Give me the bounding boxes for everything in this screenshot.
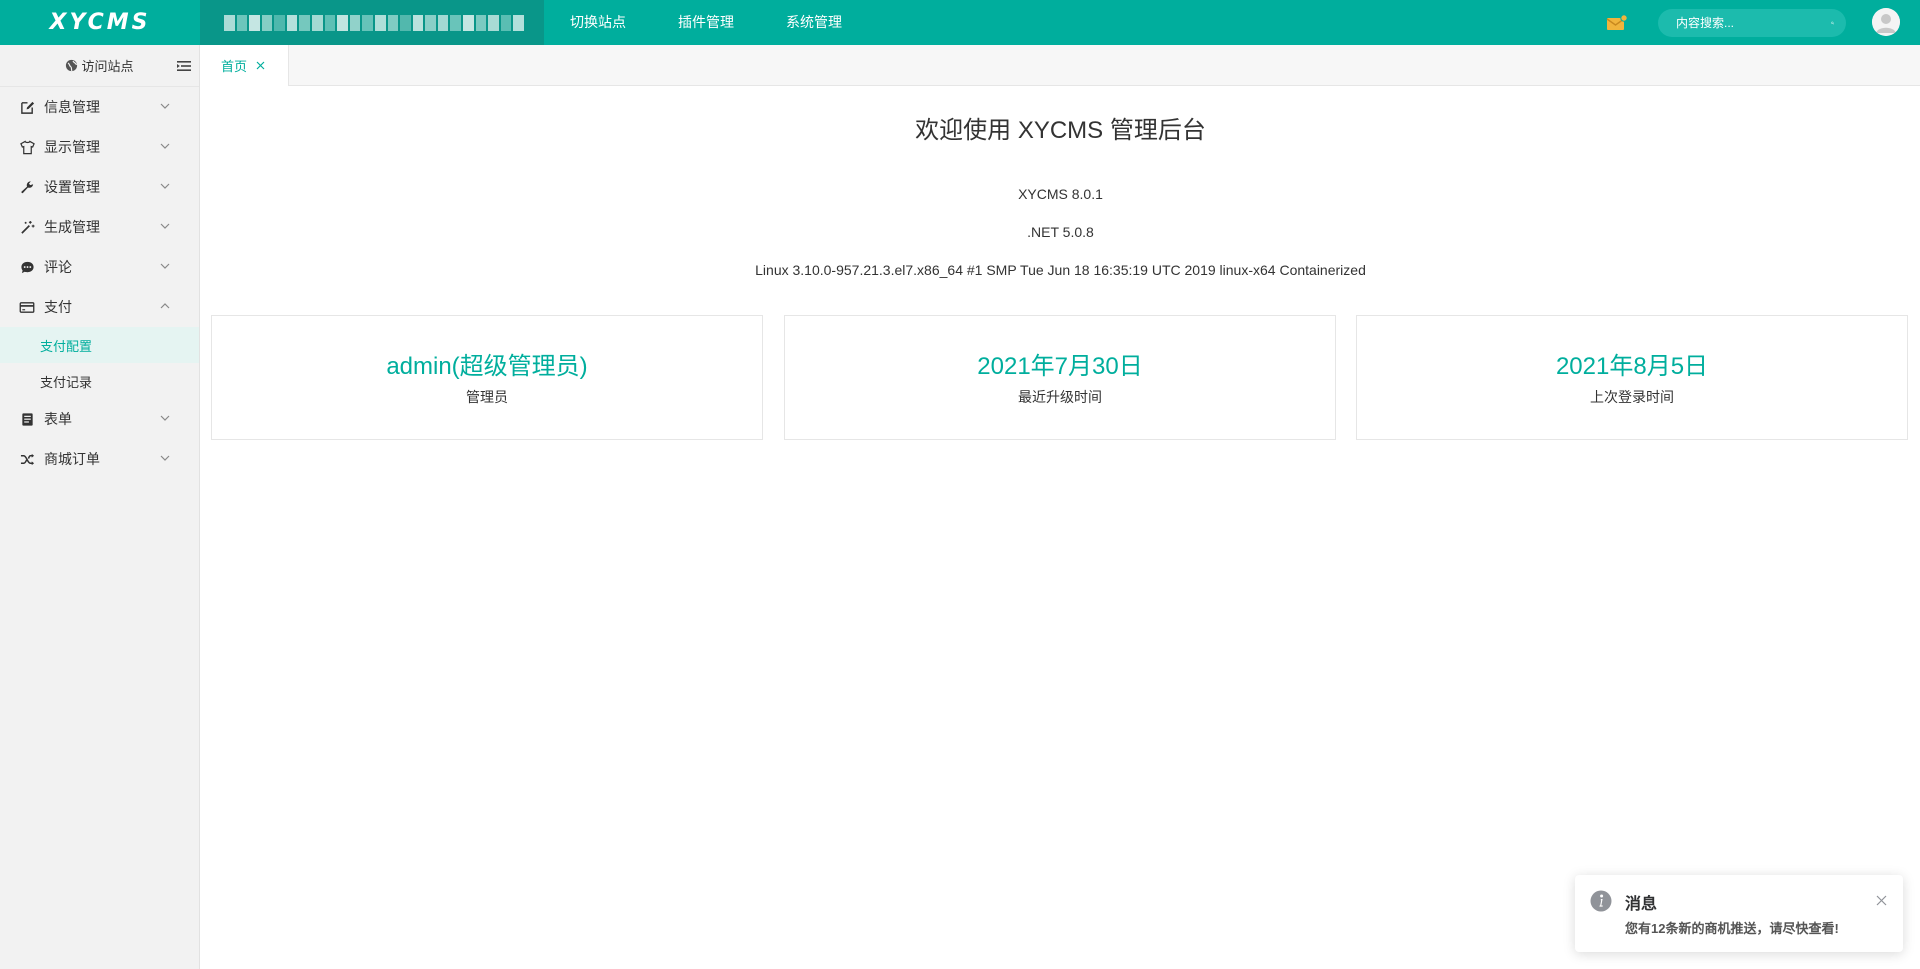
payment-submenu: 支付配置 支付记录 <box>0 327 199 399</box>
notification-toast: 消息 您有12条新的商机推送，请尽快查看! <box>1575 875 1903 952</box>
visit-site-link[interactable]: 访问站点 <box>81 56 133 75</box>
submenu-payment-config[interactable]: 支付配置 <box>0 327 199 363</box>
chevron-down-icon <box>160 223 170 229</box>
wrench-icon <box>19 179 35 195</box>
shirt-icon <box>19 139 35 155</box>
menu-payment[interactable]: 支付 <box>0 287 199 327</box>
menu-label: 评论 <box>44 259 72 275</box>
shuffle-icon <box>19 451 35 467</box>
comment-icon <box>19 259 35 275</box>
menu-label: 表单 <box>44 411 72 427</box>
sidebar: 访问站点 信息管理 显示管理 设置管理 生成管理 评论 支付 支付配置 支付记录… <box>0 45 200 969</box>
card-value: 2021年8月5日 <box>1555 353 1709 380</box>
menu-settings-management[interactable]: 设置管理 <box>0 167 199 207</box>
notification-message[interactable]: 您有12条新的商机推送，请尽快查看! <box>1625 918 1839 937</box>
magic-wand-icon <box>19 219 35 235</box>
search-icon[interactable] <box>1831 16 1834 30</box>
current-site-selector[interactable] <box>200 0 544 45</box>
edit-icon <box>19 99 35 115</box>
chevron-down-icon <box>160 455 170 461</box>
card-value: admin(超级管理员) <box>386 353 588 380</box>
tab-home[interactable]: 首页 <box>201 45 289 86</box>
menu-forms[interactable]: 表单 <box>0 399 199 439</box>
menu-label: 设置管理 <box>44 179 100 195</box>
tab-label: 首页 <box>221 59 248 74</box>
menu-label: 生成管理 <box>44 219 100 235</box>
menu-collapse-icon[interactable] <box>177 60 191 72</box>
page-title: 欢迎使用 XYCMS 管理后台 <box>915 117 1206 144</box>
close-icon[interactable] <box>256 61 265 70</box>
credit-card-icon <box>19 299 35 315</box>
topnav-system-management[interactable]: 系统管理 <box>760 0 868 45</box>
cms-version: XYCMS 8.0.1 <box>1018 186 1103 202</box>
chevron-down-icon <box>160 183 170 189</box>
menu-generate-management[interactable]: 生成管理 <box>0 207 199 247</box>
menu-label: 显示管理 <box>44 139 100 155</box>
chevron-up-icon <box>160 303 170 309</box>
visit-site-bar: 访问站点 <box>0 45 199 87</box>
card-label: 管理员 <box>466 389 508 405</box>
menu-info-management[interactable]: 信息管理 <box>0 87 199 127</box>
chevron-down-icon <box>160 103 170 109</box>
card-value: 2021年7月30日 <box>977 353 1143 380</box>
top-navigation: 切换站点 插件管理 系统管理 <box>544 0 868 45</box>
form-icon <box>19 411 35 427</box>
runtime-version: .NET 5.0.8 <box>1027 224 1094 240</box>
search-input[interactable] <box>1676 16 1831 30</box>
globe-icon <box>66 59 78 72</box>
card-label: 上次登录时间 <box>1590 389 1674 405</box>
info-icon <box>1590 890 1612 912</box>
menu-label: 支付 <box>44 299 72 315</box>
main-content: 欢迎使用 XYCMS 管理后台 XYCMS 8.0.1 .NET 5.0.8 L… <box>201 86 1920 969</box>
blurred-site-name <box>224 14 524 31</box>
notification-title: 消息 <box>1625 896 1658 913</box>
upgrade-time-card: 2021年7月30日 最近升级时间 <box>784 315 1336 440</box>
mail-icon[interactable] <box>1606 14 1628 32</box>
menu-comments[interactable]: 评论 <box>0 247 199 287</box>
card-label: 最近升级时间 <box>1018 389 1102 405</box>
topnav-switch-site[interactable]: 切换站点 <box>544 0 652 45</box>
chevron-down-icon <box>160 143 170 149</box>
tab-bar: 首页 <box>201 45 1920 86</box>
chevron-down-icon <box>160 415 170 421</box>
user-avatar-icon[interactable] <box>1872 8 1900 36</box>
os-info: Linux 3.10.0-957.21.3.el7.x86_64 #1 SMP … <box>755 262 1366 278</box>
logo[interactable]: XYCMS <box>0 0 200 45</box>
admin-card: admin(超级管理员) 管理员 <box>211 315 763 440</box>
last-login-card: 2021年8月5日 上次登录时间 <box>1356 315 1908 440</box>
submenu-payment-records[interactable]: 支付记录 <box>0 363 199 399</box>
menu-display-management[interactable]: 显示管理 <box>0 127 199 167</box>
menu-label: 商城订单 <box>44 451 100 467</box>
topnav-plugin-management[interactable]: 插件管理 <box>652 0 760 45</box>
close-icon[interactable] <box>1876 895 1887 906</box>
menu-label: 信息管理 <box>44 99 100 115</box>
menu-mall-orders[interactable]: 商城订单 <box>0 439 199 479</box>
search-box <box>1658 9 1846 37</box>
chevron-down-icon <box>160 263 170 269</box>
top-bar: XYCMS 切换站点 插件管理 系统管理 <box>0 0 1920 45</box>
